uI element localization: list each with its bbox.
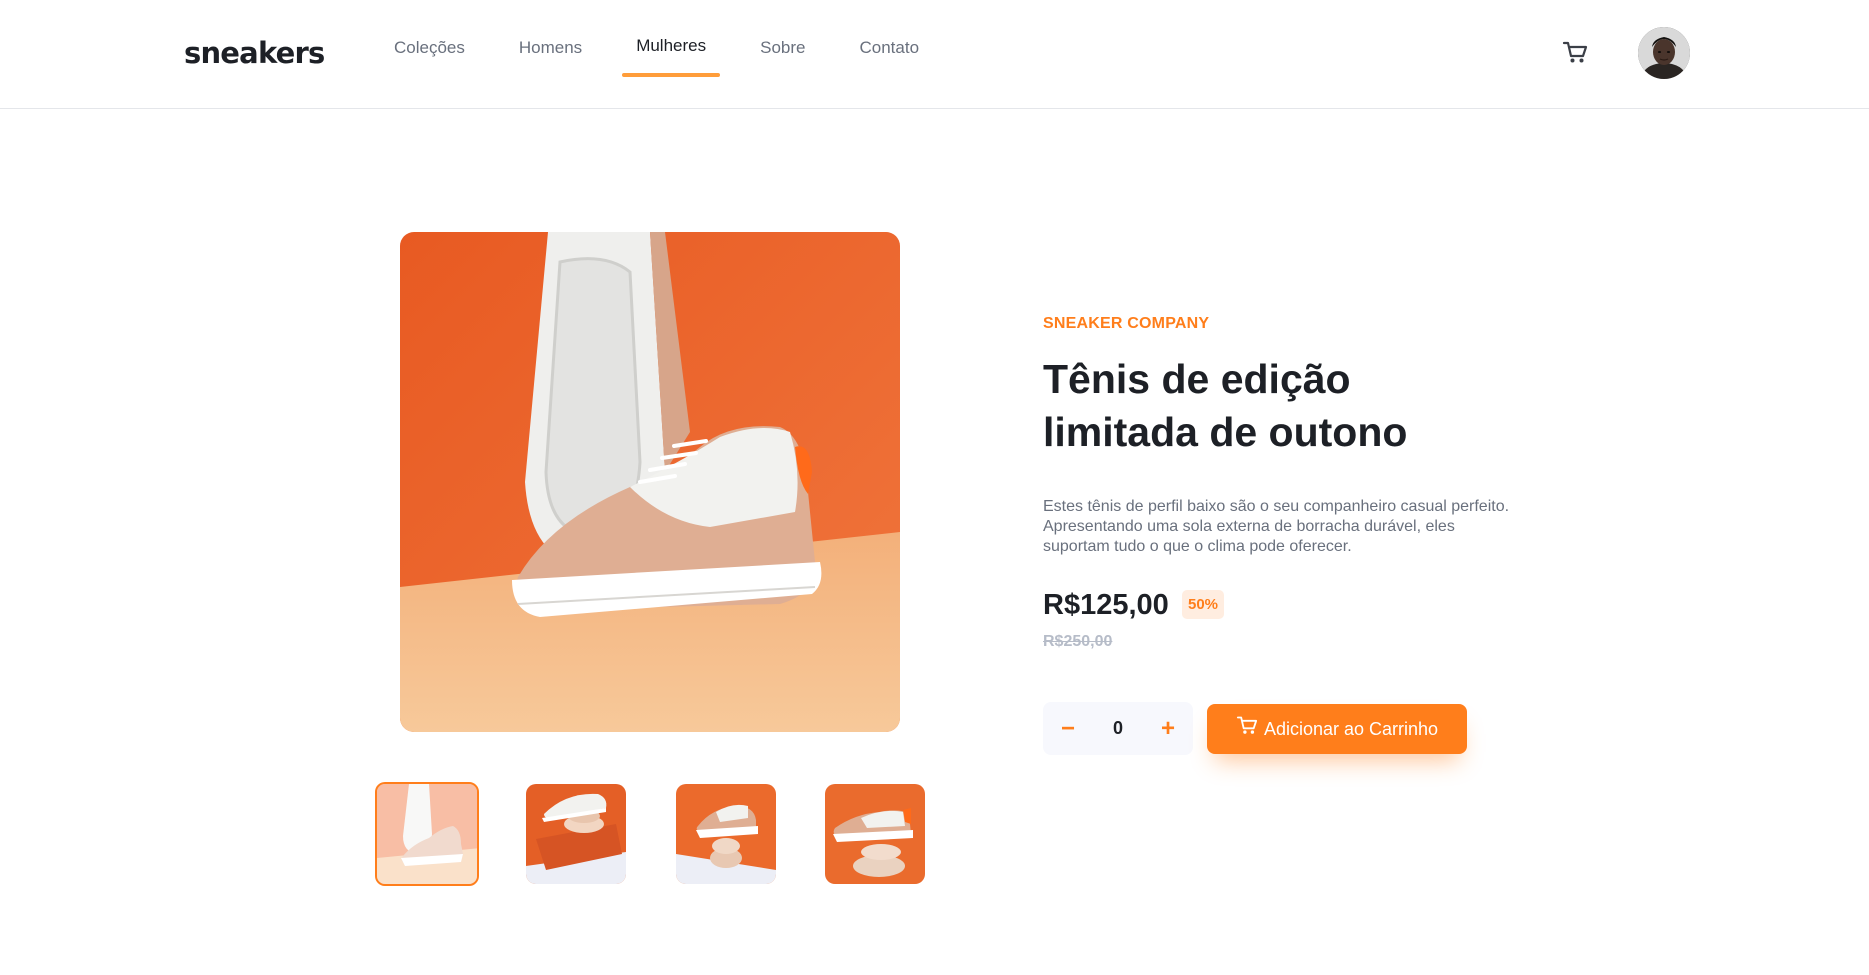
quantity-value: 0 — [1112, 718, 1123, 738]
thumbnail-4[interactable] — [825, 784, 925, 884]
discount-badge: 50% — [1182, 590, 1225, 619]
main-product-image[interactable] — [400, 232, 900, 732]
user-avatar[interactable] — [1638, 27, 1690, 79]
product-title-line-2: limitada de outono — [1043, 409, 1408, 455]
product-description: Estes tênis de perfil baixo são o seu co… — [1043, 498, 1510, 555]
cart-icon[interactable] — [1562, 40, 1592, 68]
thumbnail-2[interactable] — [526, 784, 626, 884]
nav-item-mulheres[interactable]: Mulheres — [622, 0, 721, 109]
original-price: R$250,00 — [1043, 633, 1113, 650]
thumbnail-3[interactable] — [676, 784, 776, 884]
decrease-quantity-button[interactable]: − — [1043, 702, 1093, 755]
product-title-line-1: Tênis de edição — [1043, 356, 1351, 402]
site-header: sneakers Coleções Homens Mulheres Sobre … — [0, 0, 1869, 109]
add-to-cart-cart-icon — [1236, 716, 1264, 740]
nav-item-contato[interactable]: Contato — [845, 0, 933, 109]
product-title: Tênis de edição limitada de outono — [1043, 353, 1503, 459]
company-name: SNEAKER COMPANY — [1043, 315, 1210, 332]
nav-item-homens[interactable]: Homens — [505, 0, 596, 109]
add-to-cart-button[interactable]: Adicionar ao Carrinho — [1207, 704, 1467, 754]
current-price: R$125,00 — [1043, 589, 1169, 621]
quantity-stepper: − 0 + — [1043, 702, 1193, 755]
increase-quantity-button[interactable]: + — [1143, 702, 1193, 755]
main-nav: Coleções Homens Mulheres Sobre Contato — [380, 0, 959, 109]
add-to-cart-label: Adicionar ao Carrinho — [1263, 718, 1439, 739]
thumbnail-1[interactable] — [375, 782, 479, 886]
nav-item-colecoes[interactable]: Coleções — [380, 0, 479, 109]
logo[interactable]: sneakers — [184, 36, 325, 70]
nav-item-sobre[interactable]: Sobre — [746, 0, 819, 109]
